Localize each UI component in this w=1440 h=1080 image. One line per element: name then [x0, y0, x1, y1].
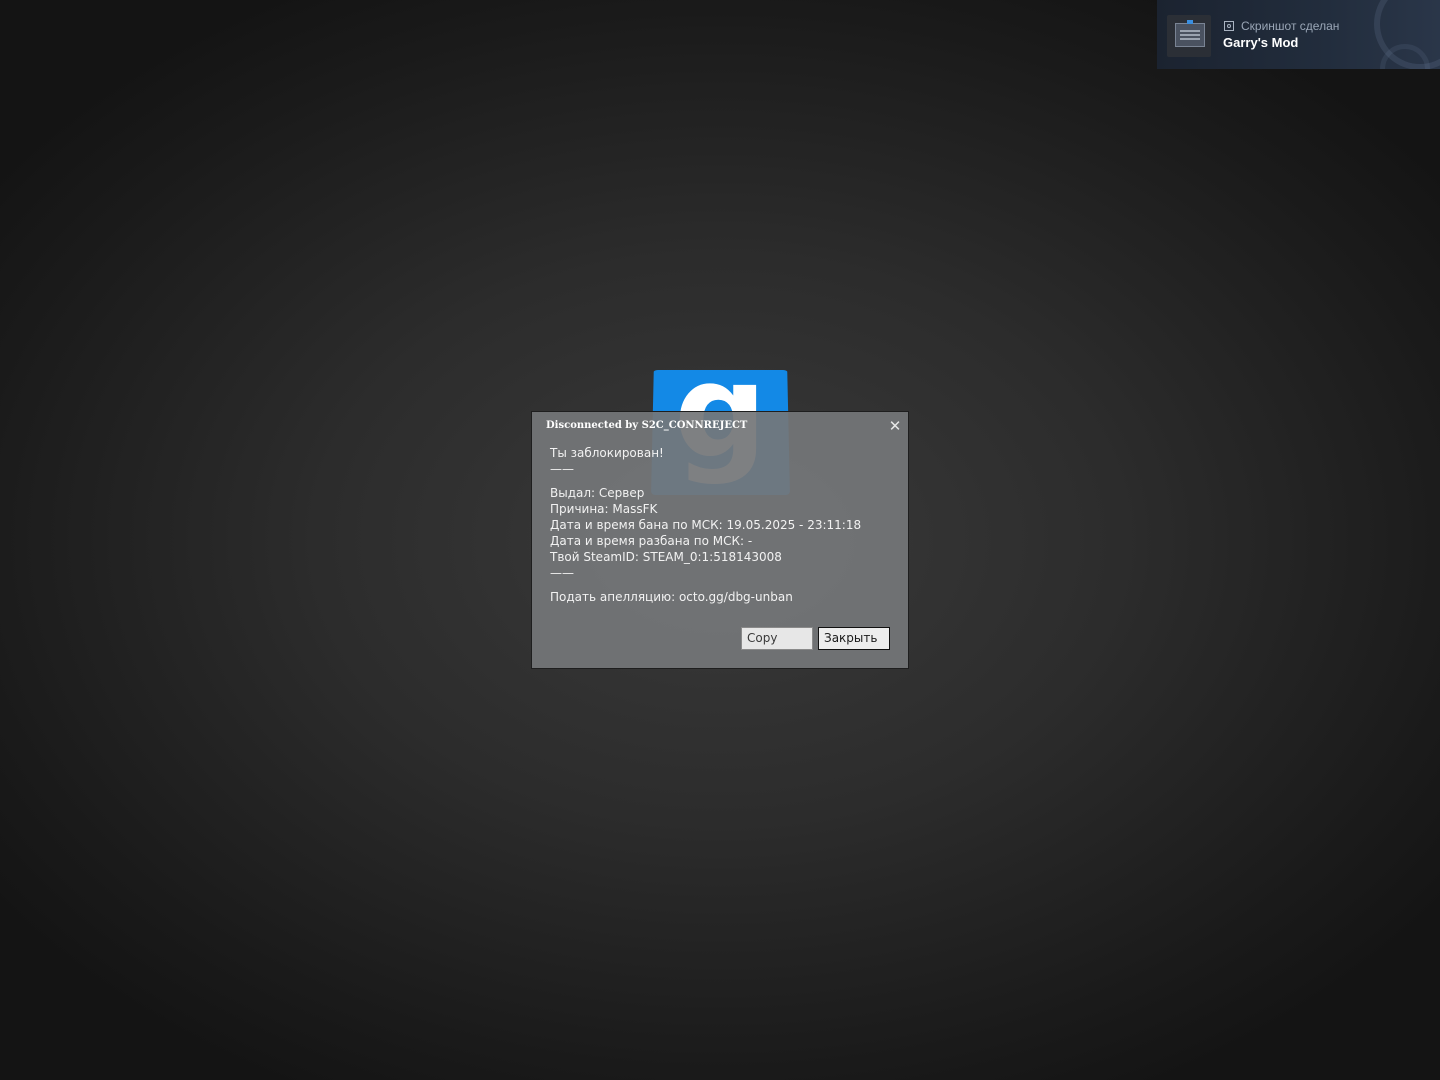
ban-message: Ты заблокирован! —— Выдал: Сервер Причин…	[550, 445, 861, 605]
ban-date: Дата и время бана по МСК: 19.05.2025 - 2…	[550, 518, 862, 532]
ban-heading: Ты заблокирован!	[550, 446, 664, 460]
camera-icon	[1224, 21, 1234, 31]
screenshot-thumbnail-image	[1175, 20, 1205, 47]
dialog-title: Disconnected by S2C_CONNREJECT	[546, 420, 748, 431]
message-separator: ——	[550, 462, 574, 476]
unban-date: Дата и время разбана по МСК: -	[550, 534, 753, 548]
close-icon[interactable]: ✕	[887, 418, 903, 434]
message-separator: ——	[550, 566, 574, 580]
steam-id: Твой SteamID: STEAM_0:1:518143008	[550, 550, 782, 564]
ban-issuer: Выдал: Сервер	[550, 486, 645, 500]
screenshot-thumbnail[interactable]	[1167, 15, 1211, 57]
copy-button[interactable]: Copy	[741, 627, 813, 650]
ban-reason: Причина: MassFK	[550, 502, 658, 516]
message-gap	[550, 477, 861, 485]
disconnect-dialog: Disconnected by S2C_CONNREJECT ✕ Ты забл…	[531, 411, 909, 669]
toast-title: Garry's Mod	[1223, 35, 1299, 50]
steam-screenshot-notification[interactable]: Скриншот сделан Garry's Mod	[1157, 0, 1440, 69]
close-button[interactable]: Закрыть	[818, 627, 890, 650]
appeal-link-text: Подать апелляцию: octo.gg/dbg-unban	[550, 590, 793, 604]
message-gap	[550, 581, 861, 589]
toast-subtitle: Скриншот сделан	[1241, 19, 1340, 33]
